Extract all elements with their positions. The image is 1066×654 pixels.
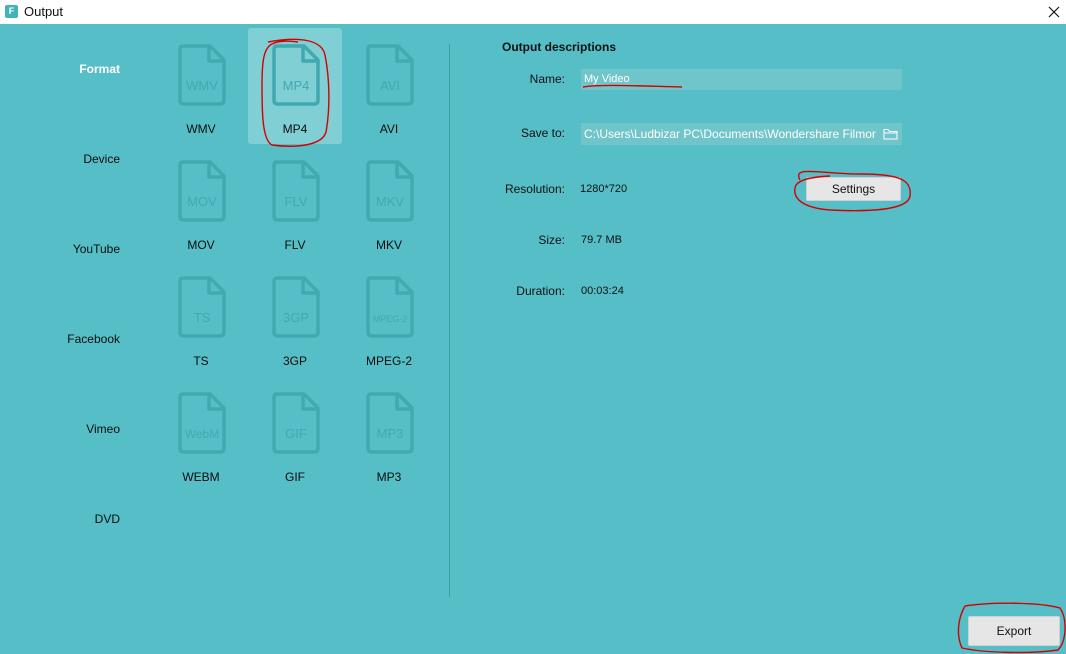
format-tile-3gp[interactable]: 3GP 3GP [248,260,342,376]
close-icon[interactable] [1044,2,1064,22]
output-dialog-body: Format Device YouTube Facebook Vimeo DVD… [0,24,1066,654]
resolution-label: Resolution: [504,182,565,196]
format-label: TS [193,354,209,368]
file-icon-text: TS [194,310,211,325]
file-icon-text: MKV [376,194,405,209]
name-label: Name: [529,72,565,86]
save-to-label: Save to: [520,126,565,140]
file-icon-webm: WebM [178,392,226,454]
save-path-value: C:\Users\Ludbizar PC\Documents\Wondersha… [584,127,876,141]
name-input[interactable]: My Video [581,69,902,90]
size-label: Size: [538,233,565,247]
size-value: 79.7 MB [581,234,622,246]
resolution-value: 1280*720 [580,183,628,195]
file-icon-gif: GIF [272,392,320,454]
format-tile-ts[interactable]: TS TS [154,260,248,376]
format-label: 3GP [282,354,307,368]
duration-value: 00:03:24 [581,285,624,297]
format-label: GIF [285,470,305,484]
file-icon-text: 3GP [283,310,309,325]
window-title: Output [24,4,64,19]
file-icon-text: GIF [285,426,307,441]
file-icon-text: MPEG-2 [373,314,408,324]
file-icon-text: WebM [185,427,219,441]
file-icon-text: MOV [187,194,217,209]
title-bar: F Output [0,0,1066,24]
format-tile-mp3[interactable]: MP3 MP3 [342,376,436,492]
format-tile-gif[interactable]: GIF GIF [248,376,342,492]
file-icon-text: MP3 [377,426,404,441]
format-label: MPEG-2 [365,354,412,368]
format-label: WEBM [182,470,220,484]
sidebar-item-vimeo[interactable]: Vimeo [86,422,120,436]
folder-icon[interactable] [883,127,898,141]
export-button[interactable]: Export [968,616,1060,646]
sidebar-item-dvd[interactable]: DVD [95,512,120,526]
sidebar-item-facebook[interactable]: Facebook [67,332,120,346]
format-label: MP3 [376,470,402,484]
file-icon-text: FLV [285,194,308,209]
duration-label: Duration: [516,284,565,298]
settings-button[interactable]: Settings [806,177,901,201]
format-tile-webm[interactable]: WebM WEBM [154,376,248,492]
sidebar-item-device[interactable]: Device [83,152,120,166]
save-path-field[interactable]: C:\Users\Ludbizar PC\Documents\Wondersha… [581,123,902,145]
output-descriptions-title: Output descriptions [502,40,616,54]
format-tile-mpeg-2[interactable]: MPEG-2 MPEG-2 [342,260,436,376]
file-icon-mp3: MP3 [366,392,414,454]
app-logo-icon: F [5,5,18,18]
